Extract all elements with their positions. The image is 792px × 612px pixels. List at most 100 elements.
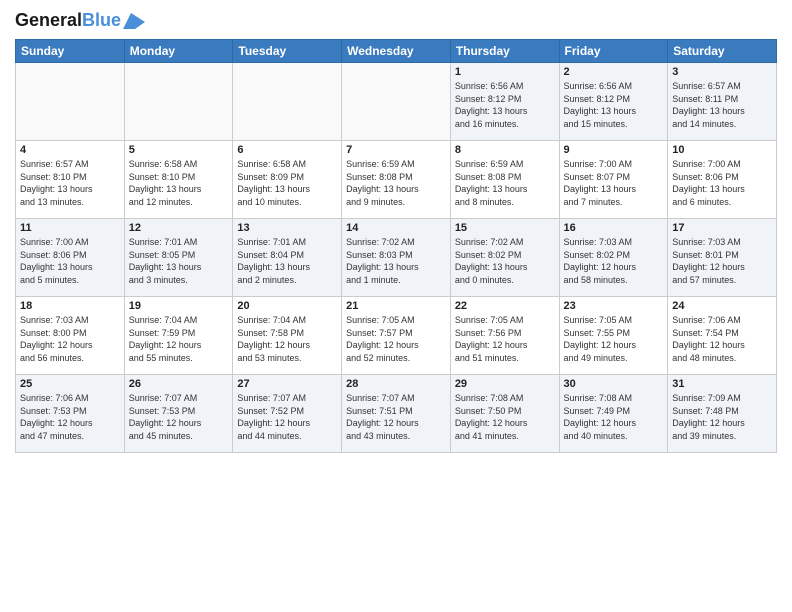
day-cell: 2 Sunrise: 6:56 AM Sunset: 8:12 PM Daylig…	[559, 63, 668, 141]
day-number: 19	[129, 300, 229, 312]
day-number: 3	[672, 66, 772, 78]
day-number: 30	[564, 378, 664, 390]
day-info: Sunrise: 6:59 AM Sunset: 8:08 PM Dayligh…	[455, 158, 555, 208]
day-cell: 16Sunrise: 7:03 AM Sunset: 8:02 PM Dayli…	[559, 219, 668, 297]
day-number: 14	[346, 222, 446, 234]
day-info: Sunrise: 7:05 AM Sunset: 7:56 PM Dayligh…	[455, 314, 555, 364]
week-row-1: 1 Sunrise: 6:56 AM Sunset: 8:12 PM Daylig…	[16, 63, 777, 141]
day-cell: 3Sunrise: 6:57 AM Sunset: 8:11 PM Daylig…	[668, 63, 777, 141]
day-number: 16	[564, 222, 664, 234]
day-number: 24	[672, 300, 772, 312]
day-info: Sunrise: 6:58 AM Sunset: 8:09 PM Dayligh…	[237, 158, 337, 208]
day-info: Sunrise: 7:08 AM Sunset: 7:50 PM Dayligh…	[455, 392, 555, 442]
day-cell: 8 Sunrise: 6:59 AM Sunset: 8:08 PM Daylig…	[450, 141, 559, 219]
day-info: Sunrise: 7:04 AM Sunset: 7:59 PM Dayligh…	[129, 314, 229, 364]
day-info: Sunrise: 7:03 AM Sunset: 8:01 PM Dayligh…	[672, 236, 772, 286]
day-number: 15	[455, 222, 555, 234]
calendar-table: SundayMondayTuesdayWednesdayThursdayFrid…	[15, 39, 777, 453]
header-sunday: Sunday	[16, 40, 125, 63]
header-thursday: Thursday	[450, 40, 559, 63]
day-cell: 5 Sunrise: 6:58 AM Sunset: 8:10 PM Daylig…	[124, 141, 233, 219]
day-cell: 10 Sunrise: 7:00 AM Sunset: 8:06 PM Dayli…	[668, 141, 777, 219]
day-number: 13	[237, 222, 337, 234]
day-number: 4	[20, 144, 120, 156]
day-number: 8	[455, 144, 555, 156]
header-tuesday: Tuesday	[233, 40, 342, 63]
day-number: 7	[346, 144, 446, 156]
day-cell: 9Sunrise: 7:00 AM Sunset: 8:07 PM Daylig…	[559, 141, 668, 219]
day-number: 1	[455, 66, 555, 78]
day-cell: 15 Sunrise: 7:02 AM Sunset: 8:02 PM Dayli…	[450, 219, 559, 297]
day-cell	[233, 63, 342, 141]
day-cell	[342, 63, 451, 141]
day-info: Sunrise: 7:07 AM Sunset: 7:53 PM Dayligh…	[129, 392, 229, 442]
day-cell: 21Sunrise: 7:05 AM Sunset: 7:57 PM Dayli…	[342, 297, 451, 375]
day-number: 28	[346, 378, 446, 390]
week-row-3: 11 Sunrise: 7:00 AM Sunset: 8:06 PM Dayli…	[16, 219, 777, 297]
day-cell: 6 Sunrise: 6:58 AM Sunset: 8:09 PM Daylig…	[233, 141, 342, 219]
day-number: 10	[672, 144, 772, 156]
day-number: 25	[20, 378, 120, 390]
day-number: 11	[20, 222, 120, 234]
day-info: Sunrise: 7:05 AM Sunset: 7:55 PM Dayligh…	[564, 314, 664, 364]
day-info: Sunrise: 7:06 AM Sunset: 7:54 PM Dayligh…	[672, 314, 772, 364]
day-info: Sunrise: 7:02 AM Sunset: 8:03 PM Dayligh…	[346, 236, 446, 286]
day-info: Sunrise: 7:00 AM Sunset: 8:06 PM Dayligh…	[20, 236, 120, 286]
day-cell: 19 Sunrise: 7:04 AM Sunset: 7:59 PM Dayli…	[124, 297, 233, 375]
day-cell: 24 Sunrise: 7:06 AM Sunset: 7:54 PM Dayli…	[668, 297, 777, 375]
day-number: 2	[564, 66, 664, 78]
day-cell: 30 Sunrise: 7:08 AM Sunset: 7:49 PM Dayli…	[559, 375, 668, 453]
day-cell: 1 Sunrise: 6:56 AM Sunset: 8:12 PM Daylig…	[450, 63, 559, 141]
day-info: Sunrise: 7:09 AM Sunset: 7:48 PM Dayligh…	[672, 392, 772, 442]
day-info: Sunrise: 7:07 AM Sunset: 7:52 PM Dayligh…	[237, 392, 337, 442]
day-cell: 28 Sunrise: 7:07 AM Sunset: 7:51 PM Dayli…	[342, 375, 451, 453]
day-info: Sunrise: 7:03 AM Sunset: 8:00 PM Dayligh…	[20, 314, 120, 364]
day-cell	[124, 63, 233, 141]
day-cell: 12Sunrise: 7:01 AM Sunset: 8:05 PM Dayli…	[124, 219, 233, 297]
header-friday: Friday	[559, 40, 668, 63]
day-cell: 20 Sunrise: 7:04 AM Sunset: 7:58 PM Dayli…	[233, 297, 342, 375]
day-info: Sunrise: 7:08 AM Sunset: 7:49 PM Dayligh…	[564, 392, 664, 442]
day-info: Sunrise: 7:01 AM Sunset: 8:05 PM Dayligh…	[129, 236, 229, 286]
day-info: Sunrise: 6:57 AM Sunset: 8:10 PM Dayligh…	[20, 158, 120, 208]
day-number: 17	[672, 222, 772, 234]
day-cell: 29Sunrise: 7:08 AM Sunset: 7:50 PM Dayli…	[450, 375, 559, 453]
day-number: 22	[455, 300, 555, 312]
day-info: Sunrise: 7:02 AM Sunset: 8:02 PM Dayligh…	[455, 236, 555, 286]
day-number: 26	[129, 378, 229, 390]
header-saturday: Saturday	[668, 40, 777, 63]
day-number: 20	[237, 300, 337, 312]
logo-bird-icon	[123, 13, 145, 29]
day-number: 6	[237, 144, 337, 156]
calendar-header-row: SundayMondayTuesdayWednesdayThursdayFrid…	[16, 40, 777, 63]
day-cell: 25 Sunrise: 7:06 AM Sunset: 7:53 PM Dayli…	[16, 375, 125, 453]
day-cell: 22 Sunrise: 7:05 AM Sunset: 7:56 PM Dayli…	[450, 297, 559, 375]
day-cell	[16, 63, 125, 141]
day-info: Sunrise: 7:07 AM Sunset: 7:51 PM Dayligh…	[346, 392, 446, 442]
day-number: 18	[20, 300, 120, 312]
week-row-4: 18 Sunrise: 7:03 AM Sunset: 8:00 PM Dayli…	[16, 297, 777, 375]
week-row-2: 4 Sunrise: 6:57 AM Sunset: 8:10 PM Daylig…	[16, 141, 777, 219]
day-number: 23	[564, 300, 664, 312]
logo: GeneralBlue	[15, 10, 145, 31]
week-row-5: 25 Sunrise: 7:06 AM Sunset: 7:53 PM Dayli…	[16, 375, 777, 453]
day-info: Sunrise: 6:59 AM Sunset: 8:08 PM Dayligh…	[346, 158, 446, 208]
day-info: Sunrise: 6:56 AM Sunset: 8:12 PM Dayligh…	[564, 80, 664, 130]
day-cell: 31Sunrise: 7:09 AM Sunset: 7:48 PM Dayli…	[668, 375, 777, 453]
day-number: 27	[237, 378, 337, 390]
day-cell: 18 Sunrise: 7:03 AM Sunset: 8:00 PM Dayli…	[16, 297, 125, 375]
day-number: 5	[129, 144, 229, 156]
day-number: 21	[346, 300, 446, 312]
day-cell: 17 Sunrise: 7:03 AM Sunset: 8:01 PM Dayli…	[668, 219, 777, 297]
day-info: Sunrise: 6:56 AM Sunset: 8:12 PM Dayligh…	[455, 80, 555, 130]
day-info: Sunrise: 7:06 AM Sunset: 7:53 PM Dayligh…	[20, 392, 120, 442]
header: GeneralBlue	[15, 10, 777, 31]
day-info: Sunrise: 7:01 AM Sunset: 8:04 PM Dayligh…	[237, 236, 337, 286]
day-info: Sunrise: 7:00 AM Sunset: 8:07 PM Dayligh…	[564, 158, 664, 208]
day-cell: 27 Sunrise: 7:07 AM Sunset: 7:52 PM Dayli…	[233, 375, 342, 453]
day-cell: 23 Sunrise: 7:05 AM Sunset: 7:55 PM Dayli…	[559, 297, 668, 375]
calendar-page: GeneralBlue SundayMondayTuesdayWednesday…	[0, 0, 792, 612]
day-info: Sunrise: 7:04 AM Sunset: 7:58 PM Dayligh…	[237, 314, 337, 364]
day-info: Sunrise: 6:58 AM Sunset: 8:10 PM Dayligh…	[129, 158, 229, 208]
day-info: Sunrise: 7:00 AM Sunset: 8:06 PM Dayligh…	[672, 158, 772, 208]
